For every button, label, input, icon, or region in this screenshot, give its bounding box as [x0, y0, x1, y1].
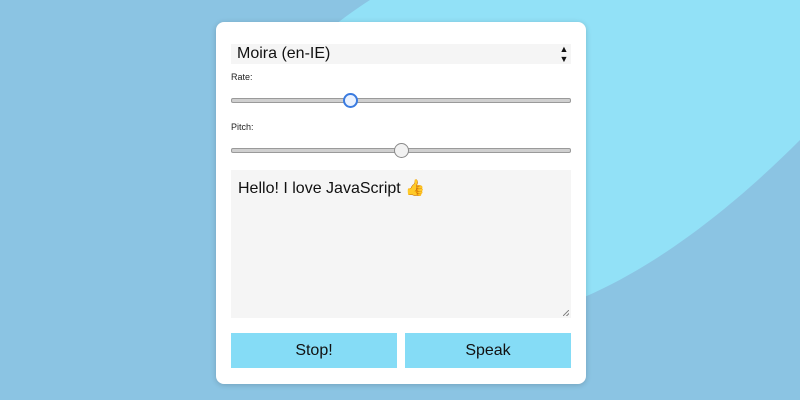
voice-select-value: Moira (en-IE): [237, 45, 331, 62]
pitch-slider-thumb[interactable]: [394, 143, 409, 158]
pitch-slider[interactable]: [231, 142, 571, 158]
rate-slider-thumb[interactable]: [343, 93, 358, 108]
resize-grip-icon[interactable]: [563, 310, 569, 316]
pitch-label: Pitch:: [231, 122, 254, 132]
stop-button[interactable]: Stop!: [231, 333, 397, 368]
rate-slider-track: [231, 98, 571, 103]
speak-button[interactable]: Speak: [405, 333, 571, 368]
rate-label: Rate:: [231, 72, 253, 82]
voice-select[interactable]: Moira (en-IE) ▲ ▼: [231, 44, 571, 64]
rate-slider[interactable]: [231, 92, 571, 108]
speech-text-value: Hello! I love JavaScript 👍: [238, 180, 426, 197]
speech-text-input[interactable]: Hello! I love JavaScript 👍: [231, 170, 571, 318]
up-down-arrows-icon: ▲ ▼: [559, 44, 569, 64]
speech-panel: Moira (en-IE) ▲ ▼ Rate: Pitch: Hello! I l…: [216, 22, 586, 384]
